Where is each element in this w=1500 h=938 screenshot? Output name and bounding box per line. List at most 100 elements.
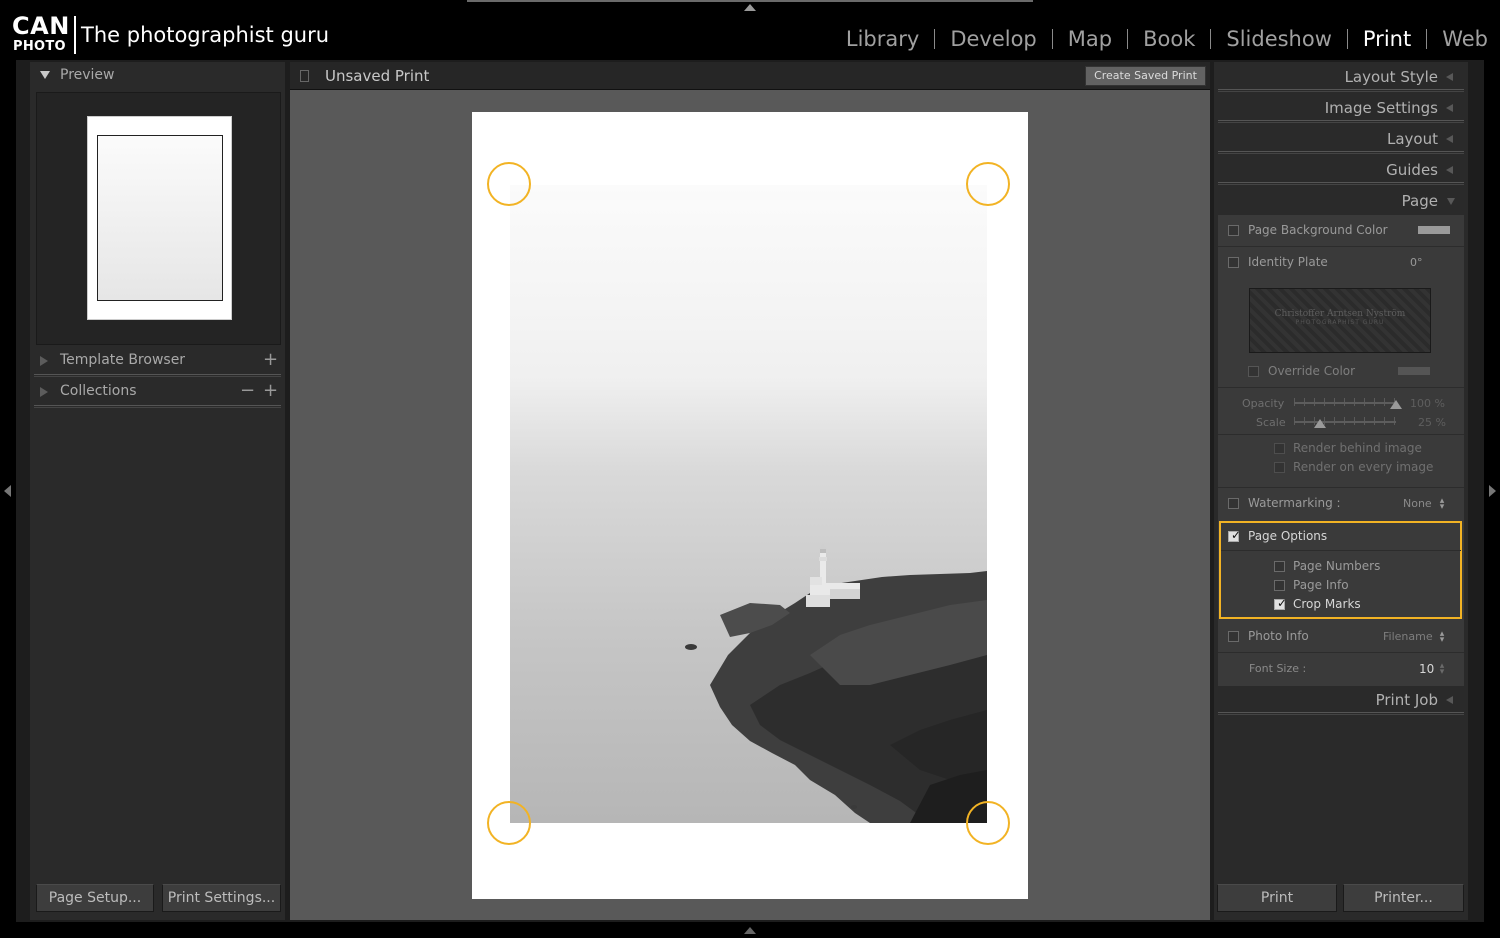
module-separator [1346,29,1348,49]
page-label: Page [1401,192,1438,210]
font-size-updown-icon[interactable]: ▴ ▾ [1438,662,1446,677]
layout-style-header[interactable]: Layout Style [1214,63,1468,91]
identity-plate-label: Identity Plate [1248,255,1328,269]
page-options-items: Page Numbers Page Info ✓ Crop Marks [1218,553,1464,615]
layout-style-label: Layout Style [1344,68,1438,86]
module-slideshow[interactable]: Slideshow [1226,26,1332,52]
collapsed-triangle-icon [1446,166,1453,174]
render-options: Render behind image Render on every imag… [1218,437,1464,477]
font-size-value[interactable]: 10 [1419,662,1434,676]
collapse-left-panel-arrow-icon[interactable] [4,485,11,497]
photo-info-updown-icon[interactable]: ▴ ▾ [1438,630,1446,645]
section-divider [1218,151,1464,154]
override-color-swatch[interactable] [1398,367,1430,375]
print-button[interactable]: Print [1217,884,1337,912]
collapsed-triangle-icon [1446,135,1453,143]
identity-plate-row: Identity Plate 0° [1218,247,1464,277]
right-panel: Layout Style Image Settings Layout Guide… [1214,62,1468,920]
logo-photo-text: PHOTO [13,39,66,54]
override-color-checkbox[interactable] [1248,366,1259,377]
page-setup-button[interactable]: Page Setup... [36,884,154,912]
identity-plate-preview[interactable]: Christoffer Arntsen Nyström PHOTOGRAPHIS… [1249,288,1431,353]
image-settings-label: Image Settings [1324,99,1438,117]
module-book[interactable]: Book [1143,26,1195,52]
add-collection-plus-icon[interactable]: + [263,380,278,401]
collapse-right-panel-arrow-icon[interactable] [1489,485,1496,497]
preview-pane [36,92,281,345]
collapsed-triangle-icon [1446,73,1453,81]
print-job-header[interactable]: Print Job [1214,686,1468,714]
crop-mark-bottom-right-highlight [966,801,1010,845]
opacity-slider-knob[interactable] [1390,400,1402,409]
collapsed-triangle-icon [1446,696,1453,704]
image-settings-header[interactable]: Image Settings [1214,94,1468,122]
logo-divider [74,16,76,54]
top-bar: CAN PHOTO The photographist guru Library… [0,0,1500,60]
remove-collection-minus-icon[interactable]: − [240,380,255,401]
module-library[interactable]: Library [846,26,919,52]
collapsed-triangle-icon [1446,104,1453,112]
section-divider [1218,89,1464,92]
page-options-row: ✓ Page Options [1218,521,1464,551]
watermarking-select-value[interactable]: None [1403,497,1432,510]
page-numbers-label: Page Numbers [1293,559,1381,573]
module-separator [1127,29,1129,49]
watermarking-checkbox[interactable] [1228,498,1239,509]
page-section: Page Background Color Identity Plate 0° … [1218,215,1464,686]
section-divider [34,405,281,408]
identity-tagline: The photographist guru [81,23,330,47]
create-saved-print-button[interactable]: Create Saved Print [1085,66,1206,86]
module-print[interactable]: Print [1363,26,1411,52]
identity-plate-angle[interactable]: 0° [1410,256,1423,269]
render-behind-image-checkbox[interactable] [1274,443,1285,454]
print-photo-lighthouse[interactable] [510,185,987,823]
opacity-value[interactable]: 100 % [1410,397,1445,410]
top-panel-edge[interactable] [467,0,1033,2]
crop-mark-top-left-highlight [487,162,531,206]
override-color-row: Override Color [1218,360,1464,384]
module-map[interactable]: Map [1068,26,1112,52]
scale-slider[interactable] [1294,421,1396,423]
module-separator [1210,29,1212,49]
row-divider [1221,550,1461,551]
collapse-top-panel-arrow-icon[interactable] [744,4,756,11]
render-every-image-label: Render on every image [1293,460,1434,474]
guides-header[interactable]: Guides [1214,156,1468,184]
photo-info-checkbox[interactable] [1228,631,1239,642]
scale-slider-knob[interactable] [1313,419,1326,428]
watermarking-row: Watermarking : None ▴ ▾ [1218,488,1464,520]
crop-mark-bottom-left-highlight [487,801,531,845]
print-settings-button[interactable]: Print Settings... [162,884,281,912]
page-info-label: Page Info [1293,578,1349,592]
identity-plate-checkbox[interactable] [1228,257,1239,268]
scale-value[interactable]: 25 % [1418,416,1446,429]
module-develop[interactable]: Develop [950,26,1036,52]
page-background-color-checkbox[interactable] [1228,225,1239,236]
collapse-bottom-panel-arrow-icon[interactable] [744,927,756,934]
module-separator [1051,29,1053,49]
template-browser-header[interactable]: Template Browser + [30,347,285,375]
watermarking-updown-icon[interactable]: ▴ ▾ [1438,497,1446,512]
print-job-label: Print Job [1375,691,1438,709]
collections-header[interactable]: Collections − + [30,378,285,406]
crop-marks-checkbox[interactable]: ✓ [1274,597,1287,610]
module-web[interactable]: Web [1442,26,1488,52]
preview-header[interactable]: Preview [30,62,285,90]
page-background-color-swatch[interactable] [1418,226,1450,234]
layout-header[interactable]: Layout [1214,125,1468,153]
photo-info-row: Photo Info Filename ▴ ▾ [1218,621,1464,653]
opacity-slider[interactable] [1294,402,1396,404]
font-size-label: Font Size : [1249,662,1307,675]
row-divider [1218,434,1464,435]
print-document-icon [300,70,309,82]
page-numbers-checkbox[interactable] [1274,561,1285,572]
module-picker: Library Develop Map Book Slideshow Print… [846,26,1488,52]
add-template-plus-icon[interactable]: + [263,349,278,370]
page-options-checkbox[interactable]: ✓ [1228,529,1241,542]
page-header[interactable]: Page [1214,187,1468,215]
printer-button[interactable]: Printer... [1343,884,1464,912]
collapsed-triangle-icon [40,356,48,366]
photo-info-select-value[interactable]: Filename [1383,630,1433,643]
page-info-checkbox[interactable] [1274,580,1285,591]
render-every-image-checkbox[interactable] [1274,462,1285,473]
